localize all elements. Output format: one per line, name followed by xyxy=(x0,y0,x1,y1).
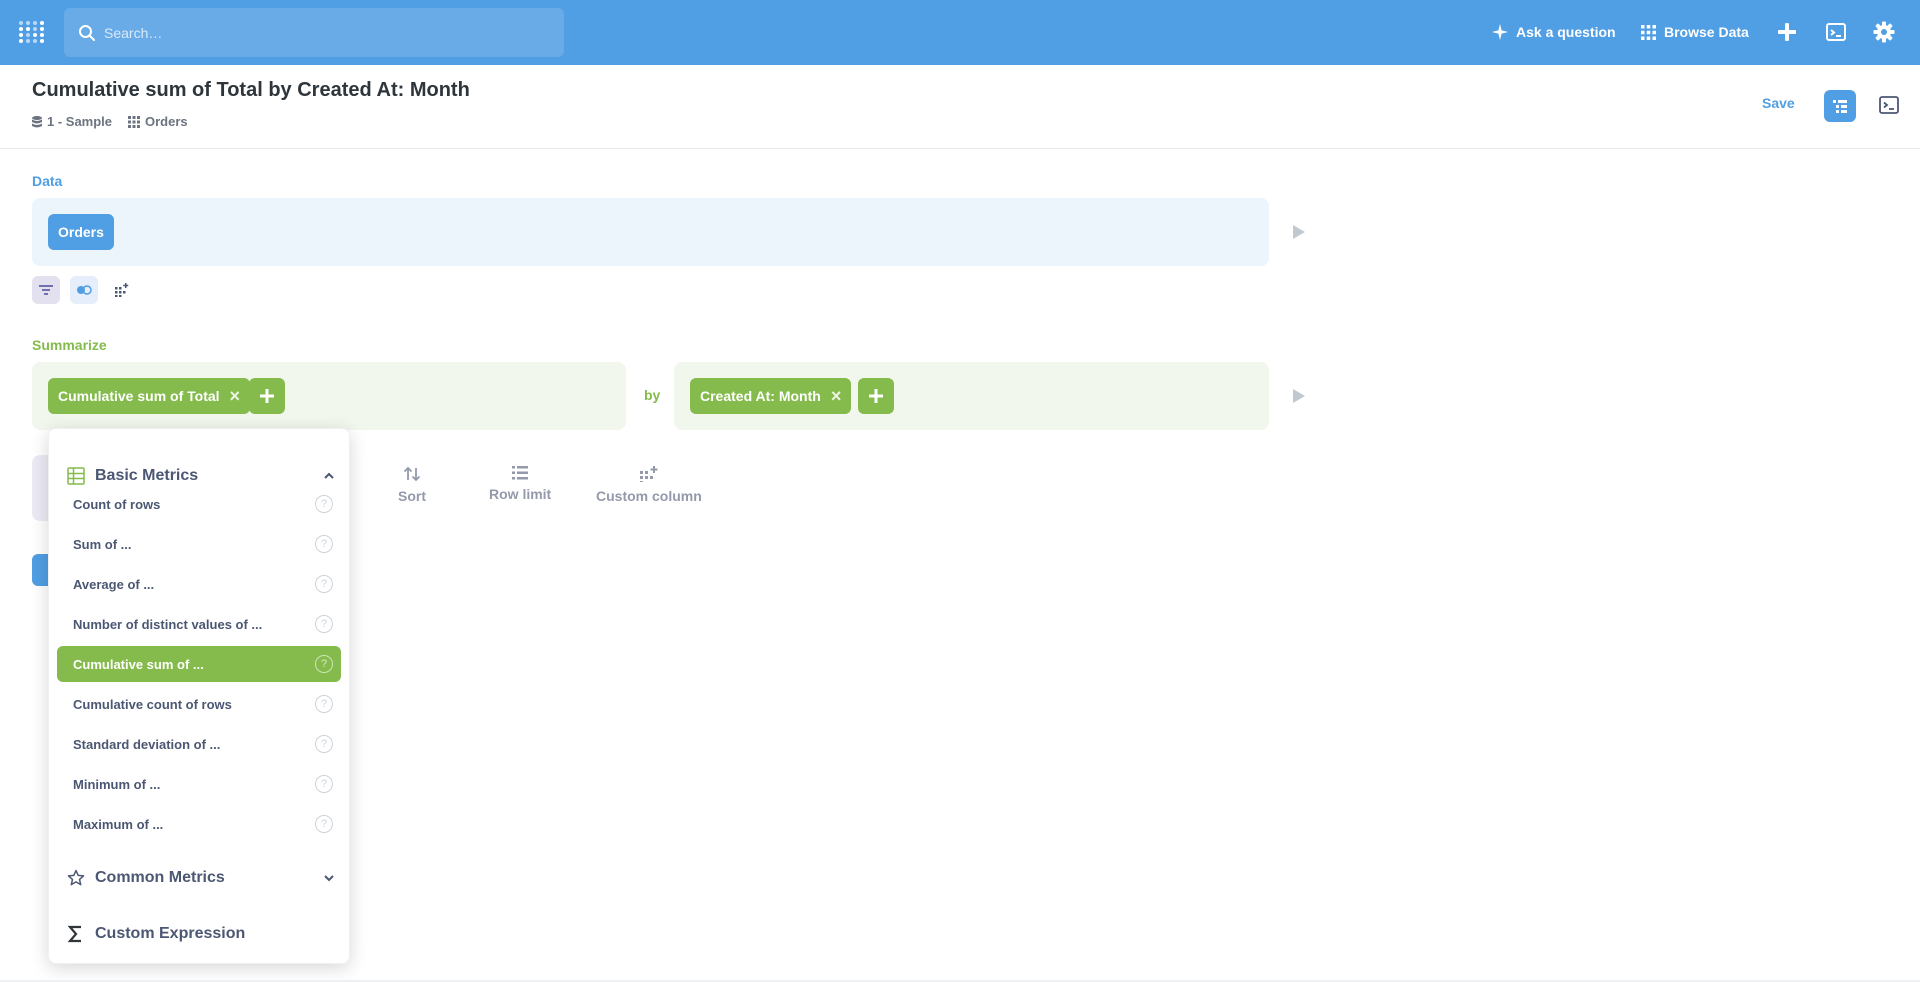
basic-metrics-label: Basic Metrics xyxy=(95,467,199,484)
table-grid-icon xyxy=(128,115,140,128)
sort-arrows-icon xyxy=(403,466,421,482)
question-header: Cumulative sum of Total by Created At: M… xyxy=(0,65,1920,149)
help-icon[interactable]: ? xyxy=(315,535,333,553)
breadcrumb-database[interactable]: 1 - Sample xyxy=(32,114,112,129)
search-input[interactable] xyxy=(104,8,544,57)
metric-item-label: Count of rows xyxy=(73,496,161,512)
metric-item-label: Maximum of ... xyxy=(73,816,164,832)
aggregation-pill-label: Cumulative sum of Total xyxy=(58,388,220,404)
aggregation-box: Cumulative sum of Total × xyxy=(32,362,626,430)
by-label: by xyxy=(644,387,661,403)
remove-aggregation-icon[interactable]: × xyxy=(230,387,241,405)
add-filter-button[interactable] xyxy=(32,276,60,304)
help-icon[interactable]: ? xyxy=(315,735,333,753)
help-icon[interactable]: ? xyxy=(315,575,333,593)
metric-item-label: Standard deviation of ... xyxy=(73,736,221,752)
help-icon[interactable]: ? xyxy=(315,655,333,673)
summarize-section-label: Summarize xyxy=(32,337,107,353)
metric-item-minimum[interactable]: Minimum of ... ? xyxy=(57,766,341,802)
browse-data-label: Browse Data xyxy=(1664,24,1749,40)
ask-question-label: Ask a question xyxy=(1516,24,1616,40)
metric-item-maximum[interactable]: Maximum of ... ? xyxy=(57,806,341,842)
filter-icon xyxy=(39,285,53,295)
page-title: Cumulative sum of Total by Created At: M… xyxy=(32,79,470,101)
metric-item-label: Sum of ... xyxy=(73,536,132,552)
aggregation-popover: Basic Metrics Count of rows ? Sum of ...… xyxy=(48,428,350,964)
star-icon xyxy=(67,869,85,886)
data-section-label: Data xyxy=(32,173,63,189)
table-icon xyxy=(67,467,85,485)
sigma-icon xyxy=(67,925,81,943)
data-source-pill[interactable]: Orders xyxy=(48,214,114,250)
sort-step-option[interactable]: Sort xyxy=(398,466,426,504)
metric-item-sum[interactable]: Sum of ... ? xyxy=(57,526,341,562)
row-limit-step-label: Row limit xyxy=(489,486,552,502)
row-limit-step-option[interactable]: Row limit xyxy=(489,466,551,502)
common-metrics-group-header[interactable]: Common Metrics xyxy=(49,858,351,898)
save-button[interactable]: Save xyxy=(1762,95,1795,111)
list-icon xyxy=(512,466,529,480)
help-icon[interactable]: ? xyxy=(315,495,333,513)
custom-column-step-option[interactable]: Custom column xyxy=(596,466,702,504)
custom-expression-label: Custom Expression xyxy=(95,925,246,942)
metabase-logo-icon[interactable] xyxy=(18,20,46,46)
help-icon[interactable]: ? xyxy=(315,695,333,713)
help-icon[interactable]: ? xyxy=(315,775,333,793)
aggregation-pill[interactable]: Cumulative sum of Total × xyxy=(48,378,251,414)
breadcrumb-table[interactable]: Orders xyxy=(128,114,188,129)
ask-question-button[interactable]: Ask a question xyxy=(1492,20,1616,44)
metric-item-cumulative-count[interactable]: Cumulative count of rows ? xyxy=(57,686,341,722)
top-navbar: Ask a question Browse Data xyxy=(0,0,1920,65)
plus-icon xyxy=(260,389,274,403)
sort-step-label: Sort xyxy=(398,488,426,504)
notebook-toggle-button[interactable] xyxy=(1824,90,1856,122)
metric-item-stddev[interactable]: Standard deviation of ... ? xyxy=(57,726,341,762)
metric-item-count[interactable]: Count of rows ? xyxy=(57,486,341,522)
breakout-pill-label: Created At: Month xyxy=(700,388,821,404)
custom-column-step-label: Custom column xyxy=(596,488,702,504)
metric-item-label: Minimum of ... xyxy=(73,776,161,792)
search-bar[interactable] xyxy=(64,8,564,57)
metric-item-label: Number of distinct values of ... xyxy=(73,616,263,632)
data-step-box: Orders xyxy=(32,198,1269,266)
metric-item-distinct[interactable]: Number of distinct values of ... ? xyxy=(57,606,341,642)
help-icon[interactable]: ? xyxy=(315,615,333,633)
common-metrics-label: Common Metrics xyxy=(95,869,225,886)
metric-item-label: Cumulative sum of ... xyxy=(73,656,204,672)
run-data-step-icon[interactable] xyxy=(1293,225,1305,239)
chevron-up-icon xyxy=(324,472,334,479)
grid-icon xyxy=(1641,24,1656,40)
add-breakout-button[interactable] xyxy=(858,378,894,414)
custom-expression-group-header[interactable]: Custom Expression xyxy=(49,914,351,954)
custom-column-icon xyxy=(115,283,129,297)
sql-preview-icon[interactable] xyxy=(1878,94,1900,116)
add-custom-column-small-button[interactable] xyxy=(108,276,136,304)
join-icon xyxy=(77,285,92,295)
metric-item-label: Average of ... xyxy=(73,576,155,592)
chevron-down-icon xyxy=(324,875,334,882)
help-icon[interactable]: ? xyxy=(315,815,333,833)
custom-column-icon xyxy=(639,466,658,482)
remove-breakout-icon[interactable]: × xyxy=(831,387,842,405)
new-plus-icon[interactable] xyxy=(1775,20,1799,44)
breakout-pill[interactable]: Created At: Month × xyxy=(690,378,852,414)
sparkle-icon xyxy=(1492,24,1508,40)
search-icon xyxy=(79,25,95,41)
notebook-list-icon xyxy=(1833,100,1847,113)
add-join-button[interactable] xyxy=(70,276,98,304)
breadcrumb-table-label: Orders xyxy=(145,114,188,129)
metric-item-average[interactable]: Average of ... ? xyxy=(57,566,341,602)
plus-icon xyxy=(869,389,883,403)
browse-data-button[interactable]: Browse Data xyxy=(1641,20,1749,44)
database-icon xyxy=(32,115,42,127)
run-summarize-step-icon[interactable] xyxy=(1293,389,1305,403)
add-aggregation-button[interactable] xyxy=(249,378,285,414)
breadcrumb-database-label: 1 - Sample xyxy=(47,114,113,129)
metric-item-label: Cumulative count of rows xyxy=(73,696,232,712)
gear-icon[interactable] xyxy=(1872,20,1896,44)
metric-item-cumulative-sum[interactable]: Cumulative sum of ... ? xyxy=(57,646,341,682)
breakout-box: Created At: Month × xyxy=(674,362,1269,430)
sql-terminal-icon[interactable] xyxy=(1824,20,1848,44)
